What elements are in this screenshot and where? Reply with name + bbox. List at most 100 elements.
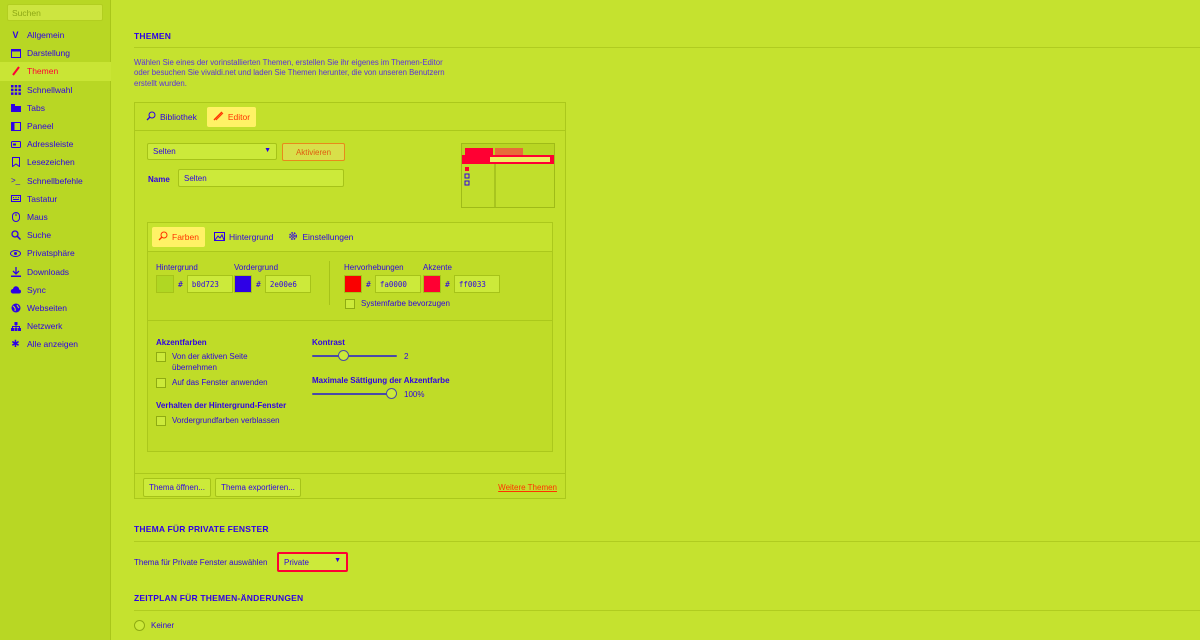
theme-select[interactable]: Selten ▼ xyxy=(147,143,277,160)
slider-thumb[interactable] xyxy=(337,350,349,361)
open-theme-button[interactable]: Thema öffnen... xyxy=(143,478,211,497)
more-themes-link[interactable]: Weitere Themen xyxy=(498,483,557,492)
sidebar-nav: V Allgemein Darstellung Themen Schnellwa… xyxy=(0,26,111,353)
activate-button[interactable]: Aktivieren xyxy=(282,143,345,161)
accent-colors-heading: Akzentfarben xyxy=(156,338,207,347)
tab-settings[interactable]: Einstellungen xyxy=(282,227,359,247)
fade-foreground-label: Vordergrundfarben verblassen xyxy=(172,416,280,425)
fade-foreground-option[interactable]: Vordergrundfarben verblassen xyxy=(156,416,280,427)
sidebar-item-webseiten[interactable]: Webseiten xyxy=(0,299,111,317)
sidebar-item-tastatur[interactable]: Tastatur xyxy=(0,190,111,208)
name-label: Name xyxy=(148,175,170,184)
section-divider xyxy=(134,541,1200,542)
hash-label: # xyxy=(178,279,183,289)
foreground-color-swatch[interactable] xyxy=(234,275,252,293)
accent-from-page-checkbox[interactable] xyxy=(156,352,166,362)
slider-track xyxy=(312,355,397,357)
accent-apply-window-checkbox[interactable] xyxy=(156,378,166,388)
sidebar-item-label: Paneel xyxy=(27,121,54,132)
sidebar-item-schnellwahl[interactable]: Schnellwahl xyxy=(0,81,111,99)
tab-background[interactable]: Hintergrund xyxy=(208,227,279,247)
gear-icon xyxy=(288,231,298,243)
sidebar-item-adressleiste[interactable]: Adressleiste xyxy=(0,135,111,153)
section-divider xyxy=(134,47,1200,48)
contrast-label: Kontrast xyxy=(312,338,345,347)
library-icon xyxy=(146,111,156,123)
fade-foreground-checkbox[interactable] xyxy=(156,416,166,426)
slider-track xyxy=(312,393,397,395)
sidebar-item-label: Sync xyxy=(27,284,46,295)
sidebar-item-alle-anzeigen[interactable]: ✱ Alle anzeigen xyxy=(0,335,111,353)
accent-apply-window-label: Auf das Fenster anwenden xyxy=(172,378,268,387)
system-color-checkbox[interactable] xyxy=(345,299,355,309)
sidebar-item-lesezeichen[interactable]: Lesezeichen xyxy=(0,153,111,171)
tab-library[interactable]: Bibliothek xyxy=(140,107,203,127)
sidebar-item-label: Tabs xyxy=(27,102,45,113)
accent-from-page-label: Von der aktiven Seite übernehmen xyxy=(172,352,248,372)
sidebar-item-sync[interactable]: Sync xyxy=(0,281,111,299)
schedule-none-option[interactable]: Keiner xyxy=(134,620,174,631)
system-color-option[interactable]: Systemfarbe bevorzugen xyxy=(345,299,450,310)
private-theme-label: Thema für Private Fenster auswählen xyxy=(134,558,268,567)
theme-select-value: Selten xyxy=(153,147,176,156)
sidebar-item-privatsphaere[interactable]: Privatsphäre xyxy=(0,244,111,262)
sidebar-item-suche[interactable]: Suche xyxy=(0,226,111,244)
saturation-slider[interactable] xyxy=(312,388,397,400)
sidebar-item-label: Schnellbefehle xyxy=(27,175,83,186)
sidebar-item-netzwerk[interactable]: Netzwerk xyxy=(0,317,111,335)
tabs-icon xyxy=(10,102,21,113)
accent-hex-input[interactable]: ff0033 xyxy=(453,275,500,293)
search-input[interactable]: Suchen xyxy=(7,4,103,21)
sidebar-item-schnellbefehle[interactable]: >_ Schnellbefehle xyxy=(0,172,111,190)
theme-editor-panel: Bibliothek Editor Selten ▼ Aktivieren Na… xyxy=(134,102,566,499)
accent-from-page-option[interactable]: Von der aktiven Seite übernehmen xyxy=(156,352,266,373)
sidebar-item-label: Themen xyxy=(27,66,59,77)
sidebar-item-themen[interactable]: Themen xyxy=(0,62,111,81)
tab-library-label: Bibliothek xyxy=(160,112,197,122)
chevron-down-icon: ▼ xyxy=(334,557,341,564)
cloud-icon xyxy=(10,284,21,295)
sidebar-item-label: Netzwerk xyxy=(27,321,63,332)
network-icon xyxy=(10,321,21,332)
private-theme-select[interactable]: Private ▼ xyxy=(277,552,348,572)
tab-settings-label: Einstellungen xyxy=(302,232,354,242)
slider-thumb[interactable] xyxy=(386,388,397,399)
saturation-label: Maximale Sättigung der Akzentfarbe xyxy=(312,376,450,385)
sidebar-item-allgemein[interactable]: V Allgemein xyxy=(0,26,111,44)
sidebar-item-label: Adressleiste xyxy=(27,139,74,150)
sidebar-item-downloads[interactable]: Downloads xyxy=(0,262,111,280)
contrast-slider[interactable] xyxy=(312,350,397,362)
sidebar-item-maus[interactable]: Maus xyxy=(0,208,111,226)
highlight-hex-input[interactable]: fa0000 xyxy=(374,275,421,293)
eye-icon xyxy=(10,248,21,259)
vivaldi-icon: V xyxy=(12,30,19,41)
sidebar-item-paneel[interactable]: Paneel xyxy=(0,117,111,135)
brush-icon xyxy=(10,66,21,77)
sidebar-item-label: Webseiten xyxy=(27,302,68,313)
schedule-none-radio[interactable] xyxy=(134,620,145,631)
sidebar-item-darstellung[interactable]: Darstellung xyxy=(0,44,111,62)
section-title-themes: THEMEN xyxy=(134,31,172,41)
sidebar-item-tabs[interactable]: Tabs xyxy=(0,99,111,117)
foreground-hex-input[interactable]: 2e00e6 xyxy=(264,275,311,293)
highlight-color-swatch[interactable] xyxy=(344,275,362,293)
background-hex-input[interactable]: b0d723 xyxy=(186,275,233,293)
background-color-swatch[interactable] xyxy=(156,275,174,293)
export-theme-button[interactable]: Thema exportieren... xyxy=(215,478,301,497)
color-highlight-label: Hervorhebungen xyxy=(344,263,404,272)
color-background-group: Hintergrund # b0d723 xyxy=(156,263,233,293)
keyboard-icon xyxy=(10,193,21,204)
tab-editor-label: Editor xyxy=(227,112,251,122)
name-field[interactable]: Selten xyxy=(178,169,344,187)
brush-icon xyxy=(213,111,224,123)
accent-color-swatch[interactable] xyxy=(423,275,441,293)
tab-editor[interactable]: Editor xyxy=(206,107,257,127)
themes-description: Wählen Sie eines der vorinstallierten Th… xyxy=(134,58,445,88)
editor-tabs-bar: Farben Hintergrund Einstellungen xyxy=(148,223,552,251)
address-bar-icon xyxy=(10,139,21,150)
color-highlight-group: Hervorhebungen # fa0000 xyxy=(344,263,421,293)
tab-colors[interactable]: Farben xyxy=(152,227,205,247)
tab-colors-label: Farben xyxy=(172,232,199,242)
accent-apply-window-option[interactable]: Auf das Fenster anwenden xyxy=(156,378,268,389)
sidebar-item-label: Lesezeichen xyxy=(27,157,75,168)
